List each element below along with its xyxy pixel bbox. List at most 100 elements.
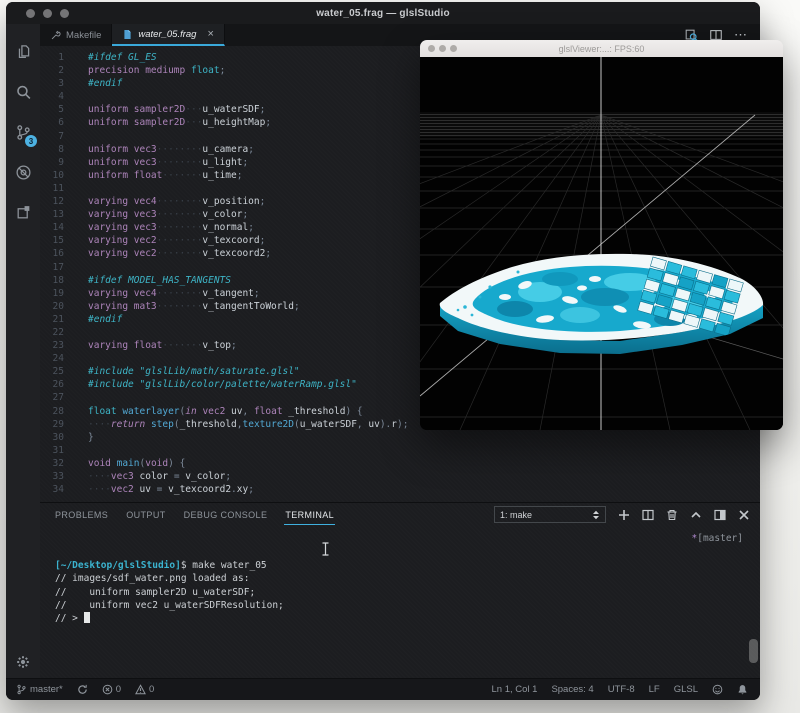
language-mode[interactable]: GLSL [674,684,698,695]
terminal-scrollbar-thumb[interactable] [749,638,758,663]
line-number: 6 [58,117,64,129]
line-number: 20 [52,300,64,312]
feedback-button[interactable] [712,684,723,695]
terminal-line: // images/sdf_water.png loaded as: [55,573,250,585]
panel-tab-output[interactable]: OUTPUT [125,504,166,525]
terminal-select[interactable]: 1: make [494,506,606,524]
sidebar-item-search[interactable] [6,72,40,112]
line-number: 31 [52,444,64,456]
error-icon [102,684,113,695]
kill-terminal-trash-icon[interactable] [666,509,678,521]
sidebar-item-source-control[interactable]: 3 [6,112,40,152]
line-number: 14 [52,222,64,234]
viewer-3d-canvas[interactable] [420,57,783,430]
git-branch-icon [17,684,26,695]
line-number: 18 [52,274,64,286]
line-number: 23 [52,340,64,352]
water-scene [420,57,783,430]
line-number: 26 [52,379,64,391]
sidebar-item-extensions[interactable] [6,192,40,232]
eol-sequence[interactable]: LF [649,684,660,695]
panel-toggle-icon[interactable] [714,509,726,521]
settings-button[interactable] [6,654,40,670]
glslviewer-window: glslViewer:...: FPS:60 [420,40,783,430]
cursor-position[interactable]: Ln 1, Col 1 [491,684,537,695]
minimize-window-button[interactable] [43,9,52,18]
code-line[interactable]: 33 ····vec3 color = v_color; [40,470,760,483]
window-title: water_05.frag — glslStudio [316,7,450,19]
panel-tab-debug-console[interactable]: DEBUG CONSOLE [183,504,269,525]
line-number: 2 [58,65,64,77]
text-ibeam-cursor [321,542,330,561]
line-number: 28 [52,405,64,417]
warning-icon [135,684,146,695]
line-number: 34 [52,484,64,496]
viewer-titlebar[interactable]: glslViewer:...: FPS:60 [420,40,783,57]
new-terminal-icon[interactable] [618,509,630,521]
bottom-panel: PROBLEMS OUTPUT DEBUG CONSOLE TERMINAL 1… [40,502,760,678]
code-line[interactable]: 32 void main(void) { [40,457,760,470]
errors-status[interactable]: 0 [102,684,121,695]
line-number: 32 [52,457,64,469]
line-number: 1 [58,52,64,63]
line-number: 7 [58,130,64,142]
sync-status[interactable] [77,684,88,695]
viewer-title: glslViewer:...: FPS:60 [558,43,645,54]
traffic-lights [26,9,69,18]
status-bar: master* 0 0 Ln 1, Col 1 Spaces: 4 UTF-8 … [6,678,760,700]
sync-icon [78,684,87,694]
line-number: 24 [52,353,64,365]
viewer-traffic-lights [428,45,457,52]
panel-controls: 1: make [494,506,760,524]
wrench-icon [51,30,61,39]
line-number: 25 [52,366,64,378]
terminal-line: [~/Desktop/glslStudio]$ make water_05 [55,560,267,572]
close-window-button[interactable] [26,9,35,18]
terminal-git-decoration: *[master] [691,532,744,544]
line-number: 16 [52,248,64,260]
line-number: 5 [58,104,64,116]
code-line[interactable]: 31 [40,444,760,457]
branch-status[interactable]: master* [16,684,63,695]
close-panel-icon[interactable] [738,509,750,521]
viewer-minimize-button[interactable] [439,45,446,52]
line-number: 29 [52,418,64,430]
titlebar: water_05.frag — glslStudio [6,2,760,24]
notifications-button[interactable] [737,684,748,695]
zoom-window-button[interactable] [60,9,69,18]
tab-makefile[interactable]: Makefile [40,24,113,46]
warnings-status[interactable]: 0 [135,684,154,695]
terminal-line: // uniform sampler2D u_waterSDF; [55,586,256,598]
activity-bar: 3 [6,24,40,678]
viewer-zoom-button[interactable] [450,45,457,52]
indentation[interactable]: Spaces: 4 [551,684,593,695]
terminal-line: // > [55,611,760,625]
code-line[interactable]: 30} [40,431,760,444]
debug-icon [15,164,31,180]
sidebar-item-debug[interactable] [6,152,40,192]
tab-label: Makefile [66,29,102,41]
line-number: 30 [52,431,64,443]
panel-header: PROBLEMS OUTPUT DEBUG CONSOLE TERMINAL 1… [40,503,760,527]
terminal[interactable]: [~/Desktop/glslStudio]$ make water_05// … [40,527,760,678]
tab-water-05-frag[interactable]: water_05.frag × [112,24,225,46]
panel-tab-terminal[interactable]: TERMINAL [284,504,336,526]
scm-badge: 3 [25,135,37,147]
code-line[interactable]: 34 ····vec2 uv = v_texcoord2.xy; [40,483,760,496]
encoding[interactable]: UTF-8 [608,684,635,695]
line-number: 9 [58,156,64,168]
shader-file-icon [124,29,131,39]
line-number: 22 [52,326,64,338]
search-icon [16,85,30,99]
gear-icon [17,656,29,668]
viewer-close-button[interactable] [428,45,435,52]
panel-tab-problems[interactable]: PROBLEMS [54,504,109,525]
line-number: 27 [52,392,64,404]
split-terminal-icon[interactable] [642,509,654,521]
sidebar-item-explorer[interactable] [6,32,40,72]
bell-icon [738,685,747,695]
close-icon[interactable]: × [207,28,213,40]
maximize-panel-chevron-up-icon[interactable] [690,509,702,521]
line-number: 15 [52,235,64,247]
tab-label: water_05.frag [138,28,197,40]
